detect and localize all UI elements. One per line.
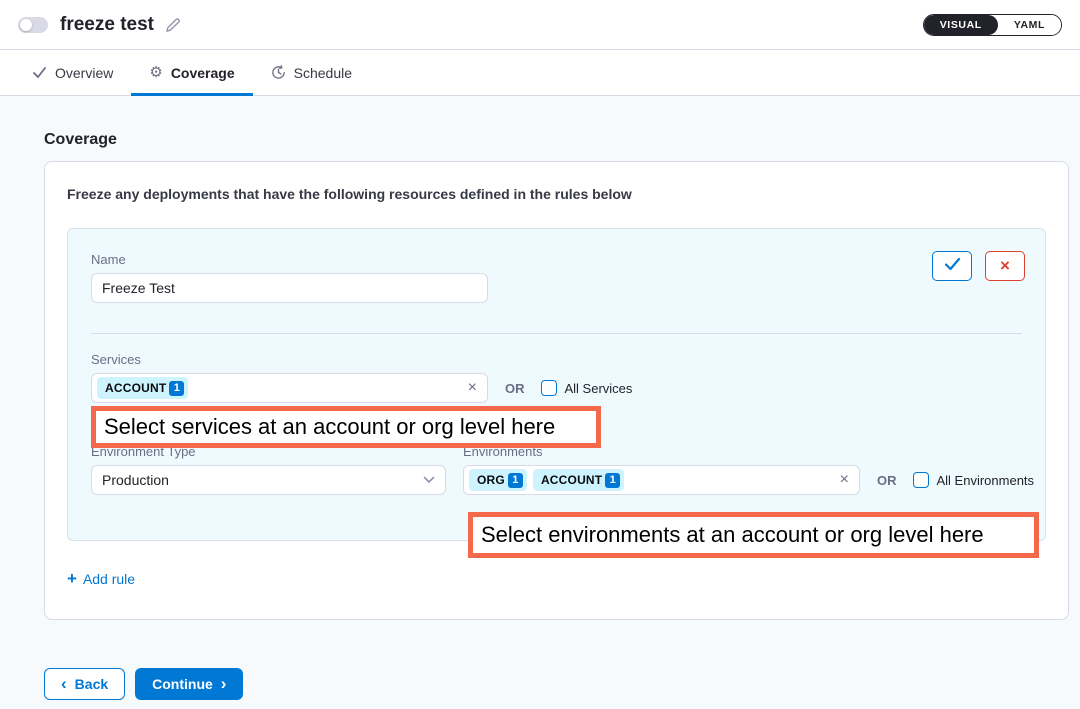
chevron-left-icon: ‹ <box>61 675 67 692</box>
tab-overview-label: Overview <box>55 65 113 81</box>
service-chip-account[interactable]: ACCOUNT 1 <box>97 377 188 399</box>
services-or-label: OR <box>505 381 525 396</box>
coverage-page: Coverage Freeze any deployments that hav… <box>0 96 1080 700</box>
gear-icon: ⚙ <box>149 65 162 80</box>
all-services-checkbox[interactable] <box>541 380 557 396</box>
top-bar: freeze test VISUAL YAML <box>0 0 1080 50</box>
services-multiselect[interactable]: ACCOUNT 1 × <box>91 373 488 403</box>
continue-button[interactable]: Continue › <box>135 668 243 700</box>
tab-overview[interactable]: Overview <box>14 50 131 95</box>
add-rule-button[interactable]: + Add rule <box>67 570 135 587</box>
edit-pencil-icon[interactable] <box>164 16 182 34</box>
freeze-title: freeze test <box>60 14 154 36</box>
environment-chip-org[interactable]: ORG 1 <box>469 469 527 491</box>
freeze-enabled-toggle[interactable] <box>18 17 48 33</box>
back-label: Back <box>75 676 108 692</box>
tab-schedule[interactable]: Schedule <box>253 50 370 95</box>
chevron-right-icon: › <box>221 675 227 692</box>
services-row: ACCOUNT 1 × OR All Services <box>91 373 1022 403</box>
coverage-description: Freeze any deployments that have the fol… <box>67 186 1046 202</box>
back-button[interactable]: ‹ Back <box>44 668 125 700</box>
yaml-mode-button[interactable]: YAML <box>998 15 1061 35</box>
clear-environments-icon[interactable]: × <box>840 472 849 488</box>
environments-column: Environments ORG 1 ACCOUNT 1 × <box>463 444 1034 495</box>
chip-text: ACCOUNT <box>541 473 602 487</box>
add-rule-label: Add rule <box>83 571 135 587</box>
confirm-rule-button[interactable] <box>932 251 972 281</box>
environment-type-value: Production <box>102 472 169 488</box>
tab-coverage-label: Coverage <box>171 65 235 81</box>
all-environments-label: All Environments <box>937 473 1035 488</box>
continue-label: Continue <box>152 676 213 692</box>
services-label: Services <box>91 352 1022 367</box>
coverage-heading: Coverage <box>44 131 1080 149</box>
schedule-clock-icon <box>271 65 286 80</box>
rule-card: Name × Services ACCOUNT 1 <box>67 228 1046 541</box>
check-icon <box>944 257 961 276</box>
chip-text: ACCOUNT <box>105 381 166 395</box>
name-input[interactable] <box>91 273 488 303</box>
chip-count-badge: 1 <box>508 473 523 488</box>
chip-text: ORG <box>477 473 505 487</box>
name-label: Name <box>91 252 1022 267</box>
delete-rule-button[interactable]: × <box>985 251 1025 281</box>
all-environments-checkbox[interactable] <box>913 472 929 488</box>
coverage-card: Freeze any deployments that have the fol… <box>44 161 1069 620</box>
environment-row: Environment Type Production Environments… <box>91 444 1022 495</box>
rule-divider <box>91 333 1022 334</box>
visual-yaml-toggle: VISUAL YAML <box>923 14 1062 36</box>
chip-count-badge: 1 <box>605 473 620 488</box>
all-services-label: All Services <box>565 381 633 396</box>
environment-type-select[interactable]: Production <box>91 465 446 495</box>
visual-mode-button[interactable]: VISUAL <box>924 15 998 35</box>
services-annotation: Select services at an account or org lev… <box>91 406 601 448</box>
tab-coverage[interactable]: ⚙ Coverage <box>131 50 252 95</box>
chevron-down-icon <box>423 476 435 484</box>
chip-count-badge: 1 <box>169 381 184 396</box>
environments-or-label: OR <box>877 473 897 488</box>
rule-confirm-group: × <box>932 251 1025 281</box>
environments-annotation: Select environments at an account or org… <box>468 512 1039 558</box>
plus-icon: + <box>67 570 77 587</box>
footer-actions: ‹ Back Continue › <box>44 668 1080 700</box>
tab-schedule-label: Schedule <box>294 65 352 81</box>
tab-bar: Overview ⚙ Coverage Schedule <box>0 50 1080 96</box>
environment-chip-account[interactable]: ACCOUNT 1 <box>533 469 624 491</box>
close-icon: × <box>1000 256 1010 276</box>
environments-row: ORG 1 ACCOUNT 1 × OR All Environments <box>463 465 1034 495</box>
environment-type-column: Environment Type Production <box>91 444 446 495</box>
clear-services-icon[interactable]: × <box>468 380 477 396</box>
check-icon <box>32 65 47 80</box>
toggle-knob <box>20 19 32 31</box>
environments-multiselect[interactable]: ORG 1 ACCOUNT 1 × <box>463 465 860 495</box>
